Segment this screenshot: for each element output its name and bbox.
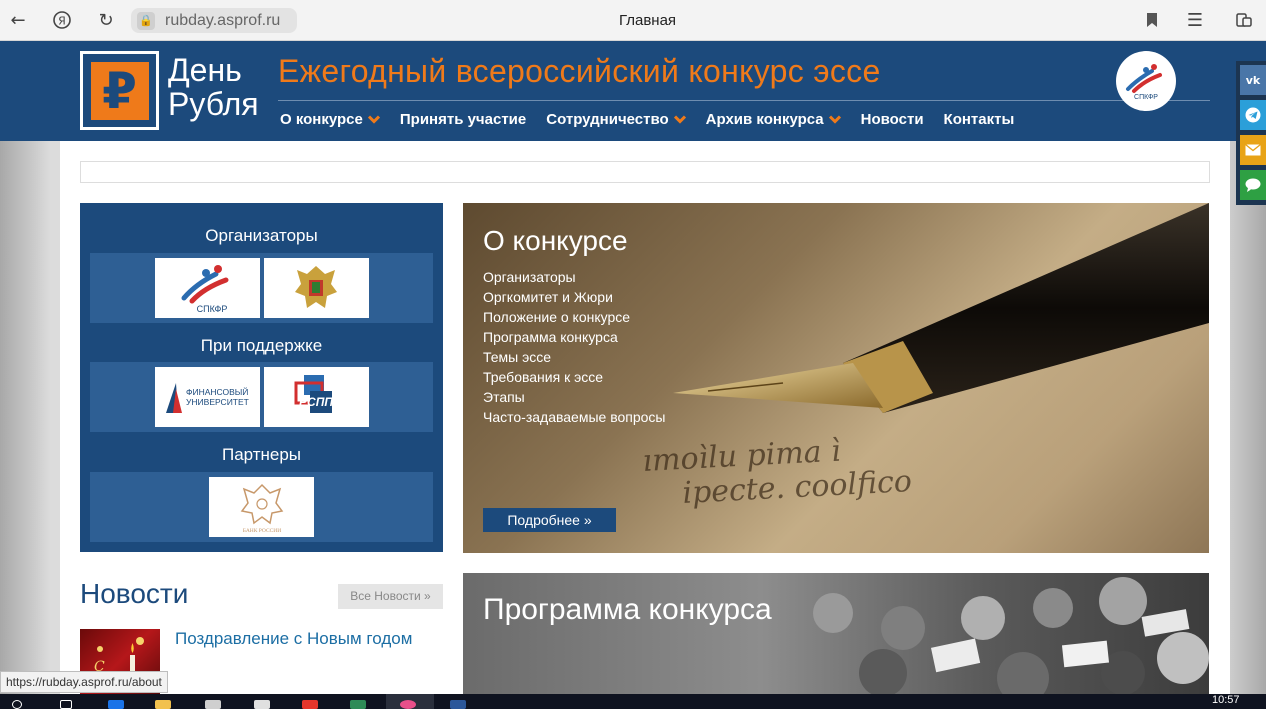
taskbar-clock: 10:57 bbox=[1212, 694, 1240, 706]
menu-icon[interactable]: ☰ bbox=[1185, 10, 1205, 31]
news-heading: Новости bbox=[80, 578, 189, 609]
support-heading: При поддержке bbox=[200, 336, 323, 355]
audience-photo bbox=[813, 577, 1209, 694]
bank-of-russia-logo[interactable]: БАНК РОССИИ bbox=[209, 477, 314, 537]
spkfr-badge[interactable]: СПКФР bbox=[1116, 51, 1176, 111]
site-header: ₽ День Рубля Ежегодный всероссийский кон… bbox=[0, 41, 1266, 141]
organizers-panel: Организаторы СПКФР При поддержке ФИНАНСО… bbox=[80, 203, 443, 552]
share-sidebar: vk bbox=[1236, 61, 1266, 205]
ruble-logo-icon: ₽ bbox=[90, 61, 149, 120]
nav-cooperation[interactable]: Сотрудничество bbox=[546, 111, 686, 128]
logo-text[interactable]: День Рубля bbox=[168, 53, 259, 121]
svg-text:РСПП: РСПП bbox=[299, 395, 333, 409]
rspp-logo[interactable]: РСПП bbox=[263, 367, 369, 427]
telegram-share-icon[interactable] bbox=[1240, 100, 1266, 130]
os-taskbar: 10:57 bbox=[0, 694, 1266, 709]
more-button[interactable]: Подробнее » bbox=[483, 508, 616, 532]
nav-news[interactable]: Новости bbox=[861, 111, 924, 128]
browser-toolbar: ← Я ↻ 🔒 rubday.asprof.ru Главная ☰ bbox=[0, 0, 1266, 41]
news-item-link[interactable]: Поздравление с Новым годом bbox=[175, 629, 412, 649]
partners-heading: Партнеры bbox=[221, 445, 302, 464]
svg-text:УНИВЕРСИТЕТ: УНИВЕРСИТЕТ bbox=[186, 397, 249, 407]
about-contest-banner: ımoı̀lu pima ı̀ ipecte. coolfico О конку… bbox=[463, 203, 1209, 553]
about-links: Организаторы Оргкомитет и Жюри Положение… bbox=[483, 267, 665, 427]
address-bar[interactable]: 🔒 rubday.asprof.ru bbox=[131, 8, 297, 33]
main-nav: О конкурсе Принять участие Сотрудничеств… bbox=[280, 111, 1014, 128]
about-link-organizers[interactable]: Организаторы bbox=[483, 267, 665, 287]
program-banner: Программа конкурса bbox=[463, 573, 1209, 694]
all-news-button[interactable]: Все Новости » bbox=[338, 584, 443, 609]
email-share-icon[interactable] bbox=[1240, 135, 1266, 165]
about-link-faq[interactable]: Часто-задаваемые вопросы bbox=[483, 407, 665, 427]
svg-text:ФИНАНСОВЫЙ: ФИНАНСОВЫЙ bbox=[186, 386, 248, 397]
search-icon[interactable] bbox=[12, 700, 22, 709]
financial-university-logo[interactable]: ФИНАНСОВЫЙ УНИВЕРСИТЕТ bbox=[154, 367, 260, 427]
chevron-down-icon bbox=[367, 115, 380, 124]
program-heading: Программа конкурса bbox=[483, 593, 772, 626]
nav-archive[interactable]: Архив конкурса bbox=[706, 111, 841, 128]
reload-icon[interactable]: ↻ bbox=[96, 10, 116, 31]
organizers-logos: СПКФР bbox=[90, 253, 433, 323]
spkfr-logo[interactable]: СПКФР bbox=[154, 258, 260, 318]
store-app-icon[interactable] bbox=[205, 700, 221, 709]
yandex-icon[interactable]: Я bbox=[52, 10, 72, 30]
nav-contacts[interactable]: Контакты bbox=[944, 111, 1015, 128]
partners-logos: БАНК РОССИИ bbox=[90, 472, 433, 542]
svg-text:СПКФР: СПКФР bbox=[1134, 94, 1158, 101]
bookmark-icon[interactable] bbox=[1142, 10, 1162, 30]
app-icon-red[interactable] bbox=[302, 700, 318, 709]
support-logos: ФИНАНСОВЫЙ УНИВЕРСИТЕТ РСПП bbox=[90, 362, 433, 432]
word-app-icon[interactable] bbox=[450, 700, 466, 709]
about-link-topics[interactable]: Темы эссе bbox=[483, 347, 665, 367]
task-view-icon[interactable] bbox=[60, 700, 72, 709]
site-title: Ежегодный всероссийский конкурс эссе bbox=[278, 53, 881, 89]
browser-app-icon[interactable] bbox=[108, 700, 124, 709]
svg-text:СПКФР: СПКФР bbox=[197, 304, 228, 314]
yandex-browser-icon[interactable] bbox=[400, 700, 416, 709]
header-divider bbox=[278, 100, 1210, 101]
organizers-heading: Организаторы bbox=[205, 226, 318, 245]
svg-text:БАНК РОССИИ: БАНК РОССИИ bbox=[242, 528, 281, 534]
status-url: https://rubday.asprof.ru/about bbox=[0, 671, 168, 693]
about-link-committee[interactable]: Оргкомитет и Жюри bbox=[483, 287, 665, 307]
nav-participate[interactable]: Принять участие bbox=[400, 111, 526, 128]
nav-about[interactable]: О конкурсе bbox=[280, 111, 380, 128]
folder-app-icon[interactable] bbox=[155, 700, 171, 709]
site-logo[interactable]: ₽ bbox=[80, 51, 159, 130]
chevron-down-icon bbox=[673, 115, 686, 124]
breadcrumb-bar bbox=[80, 161, 1210, 183]
vk-share-icon[interactable]: vk bbox=[1240, 65, 1266, 95]
about-heading: О конкурсе bbox=[483, 225, 628, 256]
lock-icon[interactable]: 🔒 bbox=[137, 11, 155, 30]
ministry-emblem-logo[interactable] bbox=[263, 258, 369, 318]
about-link-stages[interactable]: Этапы bbox=[483, 387, 665, 407]
excel-app-icon[interactable] bbox=[350, 700, 366, 709]
tab-page-title: Главная bbox=[618, 12, 677, 29]
url-text: rubday.asprof.ru bbox=[165, 11, 281, 29]
chat-share-icon[interactable] bbox=[1240, 170, 1266, 200]
back-arrow-icon[interactable]: ← bbox=[8, 10, 28, 31]
svg-text:Я: Я bbox=[58, 15, 66, 28]
chevron-down-icon bbox=[828, 115, 841, 124]
about-link-requirements[interactable]: Требования к эссе bbox=[483, 367, 665, 387]
about-link-program[interactable]: Программа конкурса bbox=[483, 327, 665, 347]
mail-app-icon[interactable] bbox=[254, 700, 270, 709]
extensions-icon[interactable] bbox=[1234, 10, 1254, 30]
about-link-regulations[interactable]: Положение о конкурсе bbox=[483, 307, 665, 327]
